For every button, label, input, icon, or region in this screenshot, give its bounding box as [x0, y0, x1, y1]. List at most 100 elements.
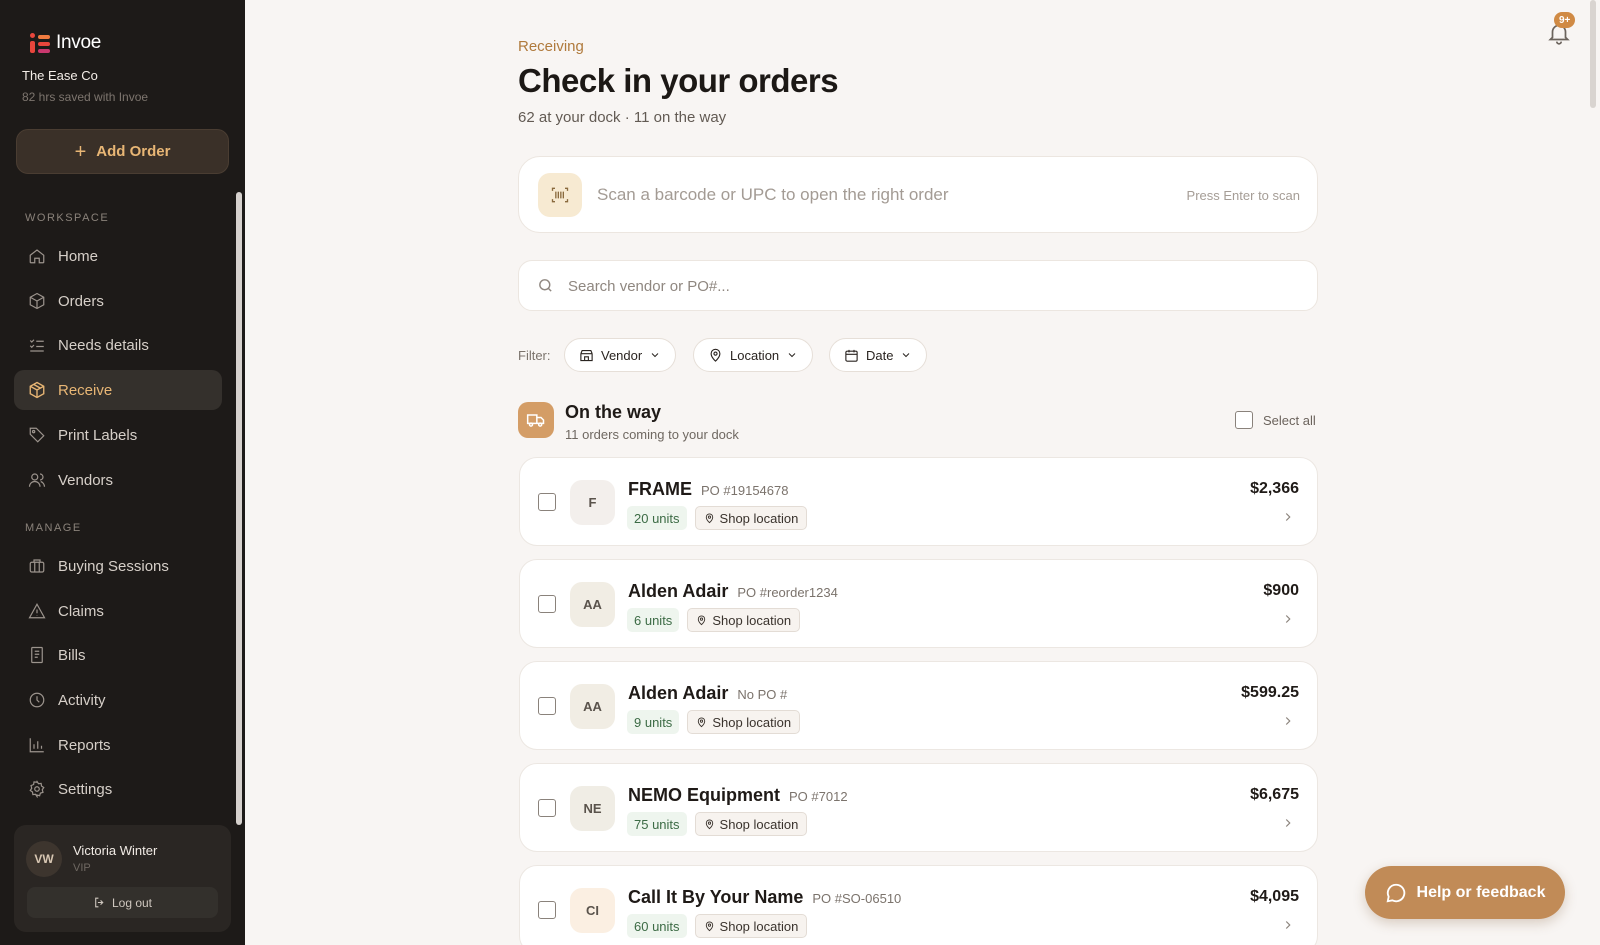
units-badge: 60 units	[627, 914, 687, 938]
help-feedback-button[interactable]: Help or feedback	[1365, 866, 1565, 919]
checklist-icon	[29, 339, 44, 352]
location-label: Shop location	[719, 510, 799, 526]
box-icon	[29, 292, 45, 310]
chevron-right-icon[interactable]	[1281, 816, 1295, 830]
company-name: The Ease Co	[22, 68, 98, 83]
time-saved-text: 82 hrs saved with Invoe	[22, 90, 149, 104]
pin-icon	[698, 717, 706, 727]
location-label: Shop location	[712, 714, 792, 730]
vendor-line: Alden Adair PO #reorder1234	[628, 581, 838, 602]
vendor-filter-button[interactable]: Vendor	[564, 338, 677, 372]
group-title: On the way	[565, 402, 662, 422]
sidebar-item-bills[interactable]: Bills	[14, 635, 222, 675]
avatar[interactable]: VW	[26, 841, 62, 877]
logo[interactable]: Invoe	[30, 32, 101, 54]
pin-icon	[710, 348, 721, 362]
order-tags: 20 units Shop location	[627, 506, 808, 530]
checkbox[interactable]	[1235, 411, 1253, 429]
date-filter-button[interactable]: Date	[829, 338, 928, 372]
po-number: No PO #	[737, 687, 788, 702]
row-checkbox[interactable]	[538, 595, 556, 613]
sidebar-item-label: Home	[58, 247, 99, 265]
truck-icon	[518, 402, 554, 438]
location-badge: Shop location	[687, 608, 801, 632]
sidebar-item-print-labels[interactable]: Print Labels	[14, 415, 222, 455]
vendor-name: Call It By Your Name	[628, 887, 804, 907]
bar-chart-icon	[29, 738, 44, 753]
order-row[interactable]: AA Alden Adair PO #reorder1234 6 units S…	[519, 559, 1318, 648]
sidebar-item-label: Print Labels	[58, 426, 138, 444]
order-row[interactable]: NE NEMO Equipment PO #7012 75 units Shop…	[519, 763, 1318, 852]
units-badge: 20 units	[627, 506, 687, 530]
order-tags: 60 units Shop location	[627, 914, 808, 938]
logout-label: Log out	[111, 895, 153, 910]
location-filter-button[interactable]: Location	[693, 338, 814, 372]
briefcase-icon	[29, 559, 45, 573]
chevron-down-icon	[651, 353, 659, 358]
location-badge: Shop location	[694, 506, 808, 530]
main-scrollbar[interactable]	[1590, 0, 1596, 108]
sidebar-item-buying-sessions[interactable]: Buying Sessions	[14, 546, 222, 586]
order-row[interactable]: CI Call It By Your Name PO #SO-06510 60 …	[519, 865, 1318, 945]
pin-icon	[705, 513, 713, 523]
chevron-right-icon[interactable]	[1281, 918, 1295, 932]
sidebar-item-needs-details[interactable]: Needs details	[14, 325, 222, 365]
sidebar-item-label: Vendors	[58, 471, 114, 489]
chevron-down-icon	[903, 353, 910, 358]
sidebar-item-receive[interactable]: Receive	[14, 370, 222, 410]
chevron-right-icon[interactable]	[1281, 714, 1295, 728]
user-role: VIP	[73, 862, 91, 874]
sidebar-item-claims[interactable]: Claims	[14, 591, 222, 631]
barcode-scan-input[interactable]: Scan a barcode or UPC to open the right …	[518, 156, 1318, 233]
chevron-right-icon[interactable]	[1281, 612, 1295, 626]
workspace-section-label: WORKSPACE	[25, 212, 110, 224]
location-label: Shop location	[719, 816, 799, 832]
store-icon	[580, 349, 593, 361]
logout-button[interactable]: Log out	[27, 887, 218, 918]
order-amount: $900	[1263, 582, 1299, 599]
sidebar-item-label: Orders	[58, 292, 104, 310]
sidebar-item-reports[interactable]: Reports	[14, 725, 222, 765]
chevron-right-icon[interactable]	[1281, 510, 1295, 524]
row-checkbox[interactable]	[538, 799, 556, 817]
plus-icon: +	[74, 140, 87, 163]
sidebar-scrollbar[interactable]	[236, 192, 242, 825]
sidebar-item-label: Buying Sessions	[58, 557, 169, 575]
order-row[interactable]: F FRAME PO #19154678 20 units Shop locat…	[519, 457, 1318, 546]
vendor-line: Alden Adair No PO #	[628, 683, 787, 704]
location-label: Shop location	[712, 612, 792, 628]
location-label: Shop location	[719, 918, 799, 934]
filter-label-vendor: Vendor	[601, 347, 643, 363]
order-tags: 75 units Shop location	[627, 812, 808, 836]
select-all-checkbox[interactable]: Select all	[1235, 411, 1316, 429]
search-placeholder: Search vendor or PO#...	[568, 278, 730, 295]
vendor-name: Alden Adair	[628, 581, 729, 601]
gear-icon	[29, 780, 45, 798]
filter-label-date: Date	[866, 347, 894, 363]
add-order-button[interactable]: + Add Order	[16, 129, 229, 174]
vendor-name: NEMO Equipment	[628, 785, 780, 805]
invoe-logo-icon	[30, 33, 50, 53]
chevron-down-icon	[788, 353, 796, 358]
row-checkbox[interactable]	[538, 901, 556, 919]
vendor-avatar: NE	[570, 786, 615, 831]
sidebar-item-home[interactable]: Home	[14, 236, 222, 276]
row-checkbox[interactable]	[538, 493, 556, 511]
sidebar-item-activity[interactable]: Activity	[14, 680, 222, 720]
sidebar-item-orders[interactable]: Orders	[14, 281, 222, 321]
sidebar-item-label: Reports	[58, 736, 111, 754]
sidebar-item-label: Settings	[58, 780, 113, 798]
sidebar-item-settings[interactable]: Settings	[14, 769, 222, 809]
search-input[interactable]: Search vendor or PO#...	[518, 260, 1318, 311]
users-icon	[28, 473, 46, 487]
sidebar-item-label: Needs details	[58, 336, 149, 354]
barcode-icon	[538, 173, 582, 217]
order-row[interactable]: AA Alden Adair No PO # 9 units Shop loca…	[519, 661, 1318, 750]
po-number: PO #reorder1234	[737, 585, 838, 600]
row-checkbox[interactable]	[538, 697, 556, 715]
sidebar-item-label: Bills	[58, 646, 86, 664]
po-number: PO #SO-06510	[812, 891, 902, 906]
location-badge: Shop location	[694, 914, 808, 938]
sidebar-item-vendors[interactable]: Vendors	[14, 460, 222, 500]
chat-bubble-icon	[1386, 883, 1405, 902]
